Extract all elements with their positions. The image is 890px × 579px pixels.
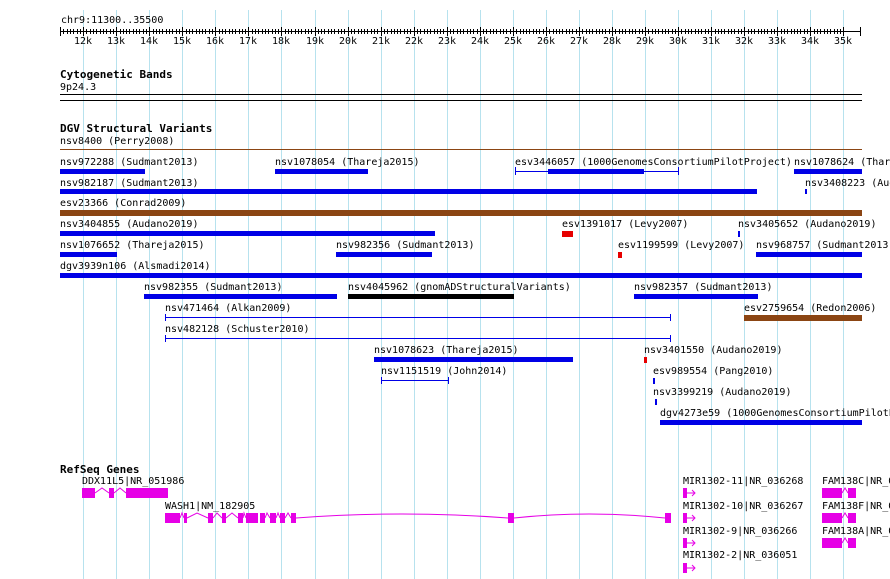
gene-model-mir1302-2[interactable] bbox=[683, 563, 696, 573]
gene-model-fam138a[interactable] bbox=[822, 537, 856, 548]
gene-model-mir1302-9[interactable] bbox=[683, 538, 696, 548]
gene-model-mir1302-10[interactable] bbox=[683, 513, 696, 523]
gene-model-fam138c[interactable] bbox=[822, 487, 856, 498]
gene-model-ddx11l5[interactable] bbox=[82, 487, 168, 498]
gene-model-fam138f[interactable] bbox=[822, 512, 856, 523]
refseq-gene-glyphs bbox=[82, 487, 856, 573]
gene-model-wash1[interactable] bbox=[165, 511, 671, 523]
gene-model-mir1302-11[interactable] bbox=[683, 488, 696, 498]
